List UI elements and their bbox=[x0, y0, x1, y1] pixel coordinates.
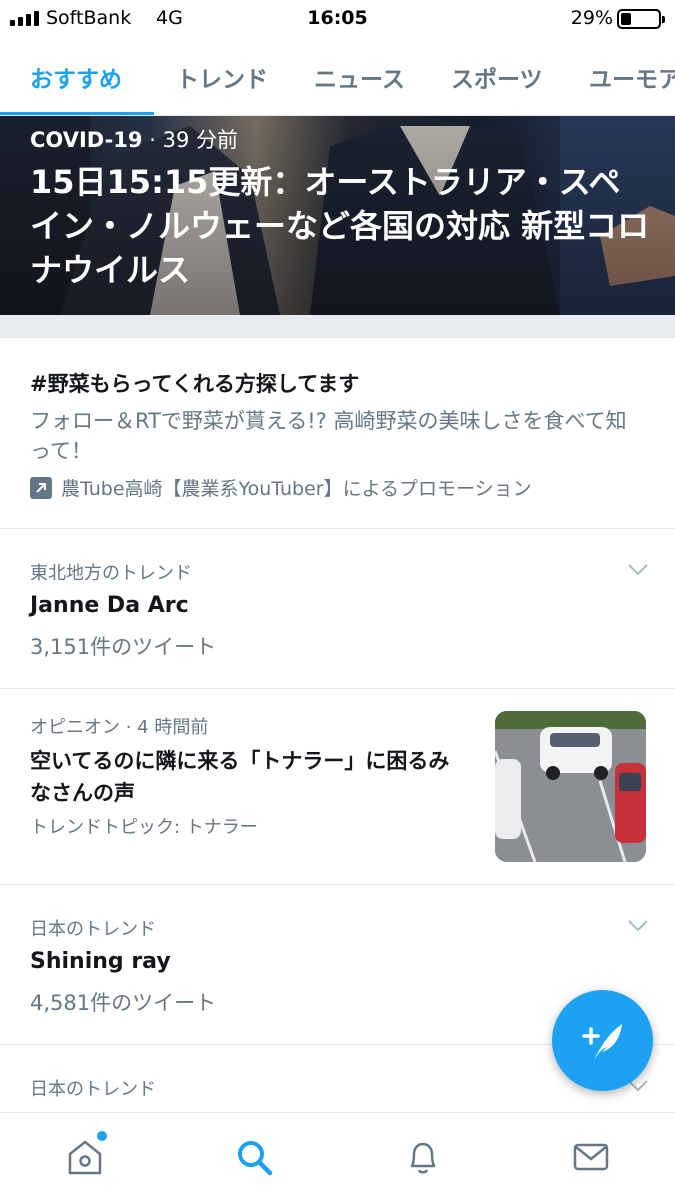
tab-humor[interactable]: ユーモア bbox=[589, 60, 675, 94]
trend-tweet-count: 3,151件のツイート bbox=[30, 635, 217, 659]
tab-sports[interactable]: スポーツ bbox=[451, 60, 543, 94]
news-title: 空いてるのに隣に来る「トナラー」に困るみなさんの声 bbox=[30, 749, 450, 805]
hero-story[interactable]: COVID-19 · 39 分前 15日15:15更新：オーストラリア・スペイン… bbox=[0, 116, 675, 315]
hero-category: COVID-19 bbox=[30, 128, 143, 152]
nav-notifications[interactable] bbox=[401, 1135, 445, 1179]
status-bar: SoftBank 4G 16:05 29% bbox=[0, 0, 675, 38]
compose-tweet-button[interactable] bbox=[552, 990, 653, 1091]
section-divider bbox=[0, 315, 675, 338]
promoted-by-label: 農Tube高崎【農業系YouTuber】によるプロモーション bbox=[61, 478, 532, 500]
trend-name: Shining ray bbox=[30, 949, 171, 974]
messages-icon bbox=[573, 1143, 609, 1171]
tab-trends[interactable]: トレンド bbox=[176, 60, 268, 94]
promoted-description: フォロー＆RTで野菜が貰える!? 高崎野菜の美味しさを食べて知って！ bbox=[30, 409, 627, 463]
news-context: オピニオン · 4 時間前 bbox=[30, 717, 209, 738]
nav-messages[interactable] bbox=[569, 1135, 613, 1179]
bottom-navigation bbox=[0, 1112, 675, 1200]
battery-level bbox=[621, 13, 631, 25]
nav-search[interactable] bbox=[232, 1135, 276, 1179]
home-icon bbox=[68, 1140, 102, 1175]
hero-title: 15日15:15更新：オーストラリア・スペイン・ノルウェーなど各国の対応 新型コ… bbox=[30, 163, 650, 289]
news-item[interactable]: オピニオン · 4 時間前 空いてるのに隣に来る「トナラー」に困るみなさんの声 … bbox=[0, 689, 675, 885]
news-thumbnail bbox=[495, 711, 646, 862]
promoted-trend[interactable]: #野菜もらってくれる方探してます フォロー＆RTで野菜が貰える!? 高崎野菜の美… bbox=[0, 338, 675, 529]
tab-news[interactable]: ニュース bbox=[314, 60, 405, 94]
notifications-icon bbox=[410, 1142, 436, 1174]
promoted-by: 農Tube高崎【農業系YouTuber】によるプロモーション bbox=[30, 474, 532, 501]
news-topic: トレンドトピック: トナラー bbox=[30, 817, 258, 838]
battery-icon bbox=[617, 9, 665, 29]
search-icon bbox=[238, 1141, 273, 1176]
promoted-arrow-icon bbox=[30, 476, 52, 499]
trend-name: Janne Da Arc bbox=[30, 593, 189, 618]
compose-tweet-icon bbox=[581, 1023, 622, 1060]
trend-context: 東北地方のトレンド bbox=[30, 563, 192, 584]
chevron-down-icon[interactable] bbox=[627, 563, 649, 577]
hero-meta: COVID-19 · 39 分前 bbox=[30, 124, 238, 154]
trend-tweet-count: 4,581件のツイート bbox=[30, 991, 217, 1015]
promoted-title: #野菜もらってくれる方探してます bbox=[30, 372, 360, 396]
explore-tabs: おすすめ トレンド ニュース スポーツ ユーモア bbox=[0, 38, 675, 116]
trend-context: 日本のトレンド bbox=[30, 1079, 156, 1100]
trend-context: 日本のトレンド bbox=[30, 919, 156, 940]
trend-item[interactable]: 東北地方のトレンド Janne Da Arc 3,151件のツイート bbox=[0, 529, 675, 689]
nav-home[interactable] bbox=[63, 1131, 107, 1179]
home-unread-dot bbox=[97, 1131, 107, 1141]
tab-recommended[interactable]: おすすめ bbox=[30, 60, 122, 94]
hero-separator: · bbox=[149, 128, 156, 152]
hero-time: 39 分前 bbox=[162, 128, 238, 152]
chevron-down-icon[interactable] bbox=[627, 919, 649, 933]
battery-percent: 29% bbox=[570, 7, 613, 29]
